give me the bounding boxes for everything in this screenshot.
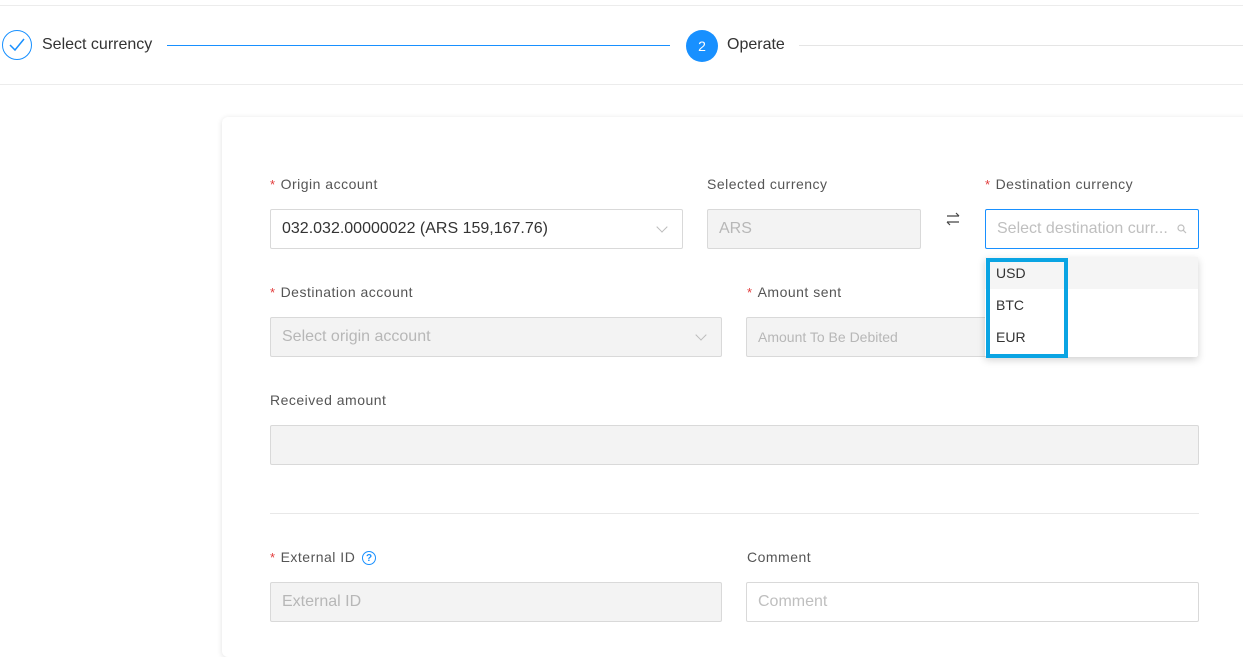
selected-currency-field: ARS xyxy=(707,209,921,249)
comment-label: Comment xyxy=(747,549,812,565)
search-icon xyxy=(1177,224,1187,234)
received-amount-field xyxy=(270,425,1199,465)
check-icon xyxy=(9,38,25,52)
step-1-done-indicator xyxy=(2,30,32,60)
step-2-indicator: 2 xyxy=(686,30,718,62)
top-divider xyxy=(0,5,1243,6)
origin-account-value: 032.032.00000022 (ARS 159,167.76) xyxy=(282,220,548,237)
comment-input[interactable]: Comment xyxy=(746,582,1199,622)
step-2-label: Operate xyxy=(727,36,785,53)
step-1-label[interactable]: Select currency xyxy=(42,36,152,54)
currency-option[interactable]: BTC xyxy=(985,289,1198,321)
step-connector-done xyxy=(167,45,670,46)
currency-option[interactable]: USD xyxy=(985,257,1198,289)
selected-currency-label: Selected currency xyxy=(707,176,828,192)
selected-currency-value: ARS xyxy=(719,220,752,237)
help-icon[interactable]: ? xyxy=(362,551,376,565)
operate-form-card xyxy=(222,117,1243,657)
currency-dropdown: USD BTC EUR xyxy=(985,257,1198,357)
amount-sent-label: * Amount sent xyxy=(747,284,842,300)
received-amount-label: Received amount xyxy=(270,392,387,408)
swap-icon[interactable] xyxy=(946,212,960,226)
destination-account-select: Select origin account xyxy=(270,317,722,357)
destination-account-label-text: Destination account xyxy=(280,284,414,300)
amount-sent-label-text: Amount sent xyxy=(757,284,842,300)
currency-option[interactable]: EUR xyxy=(985,321,1198,353)
form-divider xyxy=(270,513,1199,514)
destination-currency-label: * Destination currency xyxy=(985,176,1134,192)
external-id-label-text: External ID xyxy=(280,549,356,565)
origin-account-label: * Origin account xyxy=(270,176,378,192)
destination-currency-label-text: Destination currency xyxy=(995,176,1134,192)
destination-currency-placeholder: Select destination curr... xyxy=(997,220,1168,237)
external-id-label: * External ID xyxy=(270,549,356,565)
origin-account-label-text: Origin account xyxy=(280,176,378,192)
external-id-placeholder: External ID xyxy=(282,593,362,610)
comment-placeholder: Comment xyxy=(758,593,828,610)
external-id-input: External ID xyxy=(270,582,722,622)
destination-account-label: * Destination account xyxy=(270,284,414,300)
origin-account-select[interactable]: 032.032.00000022 (ARS 159,167.76) xyxy=(270,209,683,249)
destination-account-placeholder: Select origin account xyxy=(282,328,431,345)
destination-currency-select[interactable]: Select destination curr... xyxy=(985,209,1199,249)
step-connector-pending xyxy=(799,45,1243,46)
steps-divider xyxy=(0,84,1243,85)
